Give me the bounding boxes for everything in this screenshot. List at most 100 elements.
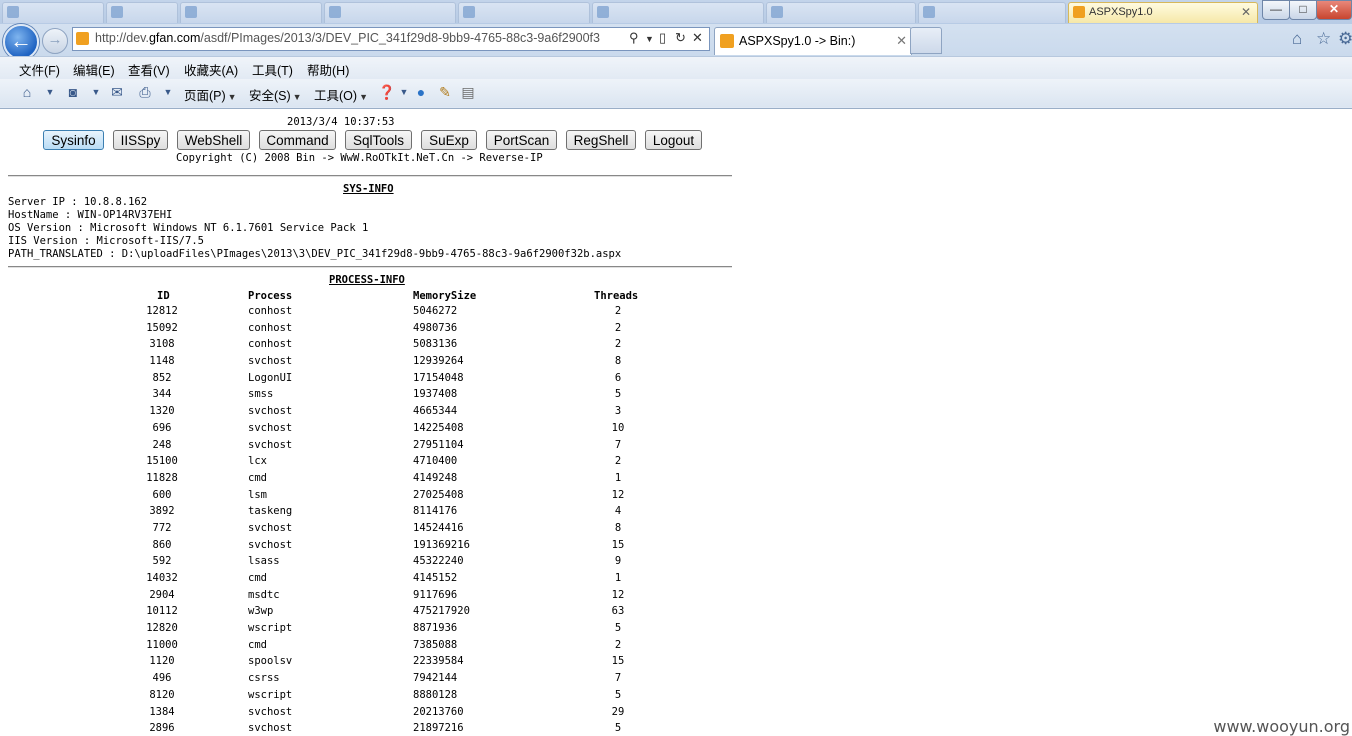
process-threads: 5 (614, 388, 622, 401)
stop-icon[interactable]: ✕ (692, 30, 703, 46)
server-ip-line: Server IP : 10.8.8.162 (8, 196, 148, 208)
process-id: 12820 (146, 622, 178, 635)
process-memory: 8871936 (413, 622, 458, 635)
iisspy-button[interactable]: IISSpy (113, 130, 168, 150)
maximize-button[interactable]: □ (1289, 0, 1317, 20)
search-icon[interactable]: ⚲ (629, 30, 639, 46)
menu-edit[interactable]: 编辑(E) (73, 60, 115, 79)
site-favicon (76, 32, 89, 45)
sqltools-button[interactable]: SqlTools (345, 130, 412, 150)
page-icon (1073, 6, 1085, 18)
process-id: 1120 (149, 655, 175, 668)
watermark: www.wooyun.org (1213, 717, 1350, 736)
page-menu-button[interactable]: 页面(P) ▼ (184, 85, 237, 104)
table-row: 1120 spoolsv 22339584 15 (0, 655, 740, 672)
menu-file[interactable]: 文件(F) (19, 60, 60, 79)
process-memory: 14225408 (413, 421, 464, 434)
browser-chrome: ASPXSpy1.0 ✕ — □ ✕ ← → http://dev.gfan.c… (0, 0, 1352, 109)
minimize-button[interactable]: — (1262, 0, 1290, 20)
process-name: w3wp (248, 605, 274, 618)
research-icon[interactable]: ✎ (437, 84, 453, 100)
command-button[interactable]: Command (259, 130, 336, 150)
page-icon (111, 6, 123, 18)
process-memory: 4145152 (413, 572, 458, 584)
process-threads: 12 (611, 588, 625, 601)
background-tab[interactable] (2, 2, 104, 23)
safety-menu-button[interactable]: 安全(S) ▼ (249, 85, 302, 104)
close-tab-icon[interactable]: ✕ (1241, 5, 1251, 19)
favorites-star-icon[interactable]: ☆ (1316, 29, 1331, 49)
page-icon (923, 6, 935, 18)
tools-menu-button[interactable]: 工具(O) ▼ (314, 85, 368, 104)
chevron-down-icon[interactable]: ▼ (88, 84, 104, 100)
chevron-down-icon[interactable]: ▼ (645, 34, 654, 44)
menu-view[interactable]: 查看(V) (128, 60, 170, 79)
close-window-button[interactable]: ✕ (1316, 0, 1352, 20)
table-row: 12820 wscript 8871936 5 (0, 622, 740, 639)
forward-button[interactable]: → (42, 28, 68, 54)
process-memory: 45322240 (413, 555, 464, 568)
process-id: 15092 (146, 321, 178, 334)
site-favicon (720, 34, 734, 48)
process-id: 592 (152, 555, 172, 568)
safety-menu-label: 安全(S) (249, 89, 291, 103)
compatibility-icon[interactable]: ▯ (659, 30, 666, 46)
page-icon (771, 6, 783, 18)
table-row: 15092 conhost 4980736 2 (0, 322, 740, 339)
background-tab[interactable] (180, 2, 322, 23)
process-id: 15100 (146, 455, 178, 468)
menu-bar: 文件(F) 编辑(E) 查看(V) 收藏夹(A) 工具(T) 帮助(H) (0, 56, 1352, 79)
suexp-button[interactable]: SuExp (421, 130, 477, 150)
background-tab[interactable] (918, 2, 1066, 23)
process-memory: 8880128 (413, 688, 458, 701)
mail-icon[interactable]: ✉ (109, 84, 125, 100)
chevron-down-icon[interactable]: ▼ (396, 84, 412, 100)
regshell-button[interactable]: RegShell (566, 130, 636, 150)
process-name: svchost (248, 722, 293, 735)
process-id: 11828 (146, 471, 178, 484)
background-tab[interactable] (592, 2, 764, 23)
background-tab[interactable] (324, 2, 456, 23)
blog-icon[interactable]: ▤ (460, 84, 476, 100)
print-icon[interactable]: ⎙ (137, 84, 153, 100)
process-id: 12812 (146, 305, 178, 317)
address-bar[interactable]: http://dev.gfan.com/asdf/PImages/2013/3/… (72, 27, 710, 51)
portscan-button[interactable]: PortScan (486, 130, 557, 150)
background-tab[interactable] (458, 2, 590, 23)
process-name: wscript (248, 622, 293, 635)
close-tab-icon[interactable]: ✕ (896, 33, 907, 49)
process-memory: 12939264 (413, 355, 464, 368)
menu-favorites[interactable]: 收藏夹(A) (184, 60, 238, 79)
back-button[interactable]: ← (3, 24, 39, 60)
logout-button[interactable]: Logout (645, 130, 702, 150)
process-memory: 21897216 (413, 722, 464, 735)
gear-icon[interactable]: ⚙ (1338, 29, 1352, 49)
new-tab-button[interactable] (910, 27, 942, 54)
process-id: 3892 (149, 505, 175, 518)
refresh-icon[interactable]: ↻ (675, 30, 686, 46)
home-icon[interactable]: ⌂ (1292, 29, 1302, 49)
chevron-down-icon[interactable]: ▼ (42, 84, 58, 100)
help-icon[interactable]: ❓ (378, 84, 395, 100)
rss-feed-icon[interactable]: ◙ (65, 84, 81, 100)
process-memory: 5046272 (413, 305, 458, 317)
sysinfo-button[interactable]: Sysinfo (43, 130, 104, 150)
active-tab-top[interactable]: ASPXSpy1.0 ✕ (1068, 2, 1258, 23)
process-id: 344 (152, 388, 172, 401)
menu-tools[interactable]: 工具(T) (252, 60, 293, 79)
tab-strip: ASPXSpy1.0 ✕ (0, 0, 1352, 24)
chevron-down-icon[interactable]: ▼ (160, 84, 176, 100)
url-text[interactable]: http://dev.gfan.com/asdf/PImages/2013/3/… (95, 31, 600, 45)
process-id: 2904 (149, 588, 175, 601)
sys-info-title: SYS-INFO (343, 183, 394, 195)
table-row: 344 smss 1937408 5 (0, 388, 740, 405)
background-tab[interactable] (766, 2, 916, 23)
tab-current[interactable]: ASPXSpy1.0 -> Bin:) ✕ (714, 27, 912, 55)
process-name: csrss (248, 672, 280, 685)
menu-help[interactable]: 帮助(H) (307, 60, 349, 79)
webshell-button[interactable]: WebShell (177, 130, 250, 150)
messenger-icon[interactable]: ● (413, 84, 429, 100)
home-icon[interactable]: ⌂ (19, 84, 35, 100)
process-threads: 12 (611, 488, 625, 501)
background-tab[interactable] (106, 2, 178, 23)
